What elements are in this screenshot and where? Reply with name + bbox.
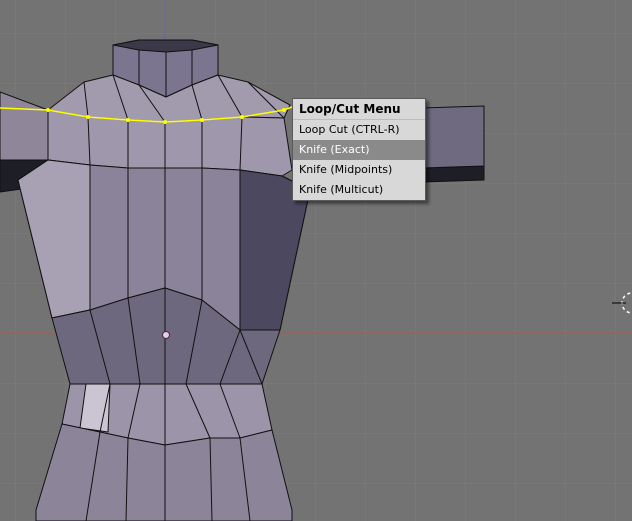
menu-item-knife-multicut[interactable]: Knife (Multicut)	[293, 180, 425, 200]
loop-cut-menu: Loop/Cut Menu Loop Cut (CTRL-R) Knife (E…	[292, 98, 426, 201]
object-origin-icon	[162, 331, 170, 339]
menu-item-knife-midpoints[interactable]: Knife (Midpoints)	[293, 160, 425, 180]
menu-item-loop-cut[interactable]: Loop Cut (CTRL-R)	[293, 120, 425, 140]
menu-title: Loop/Cut Menu	[293, 99, 425, 120]
menu-item-knife-exact[interactable]: Knife (Exact)	[293, 140, 425, 160]
3d-viewport[interactable]	[0, 0, 632, 521]
